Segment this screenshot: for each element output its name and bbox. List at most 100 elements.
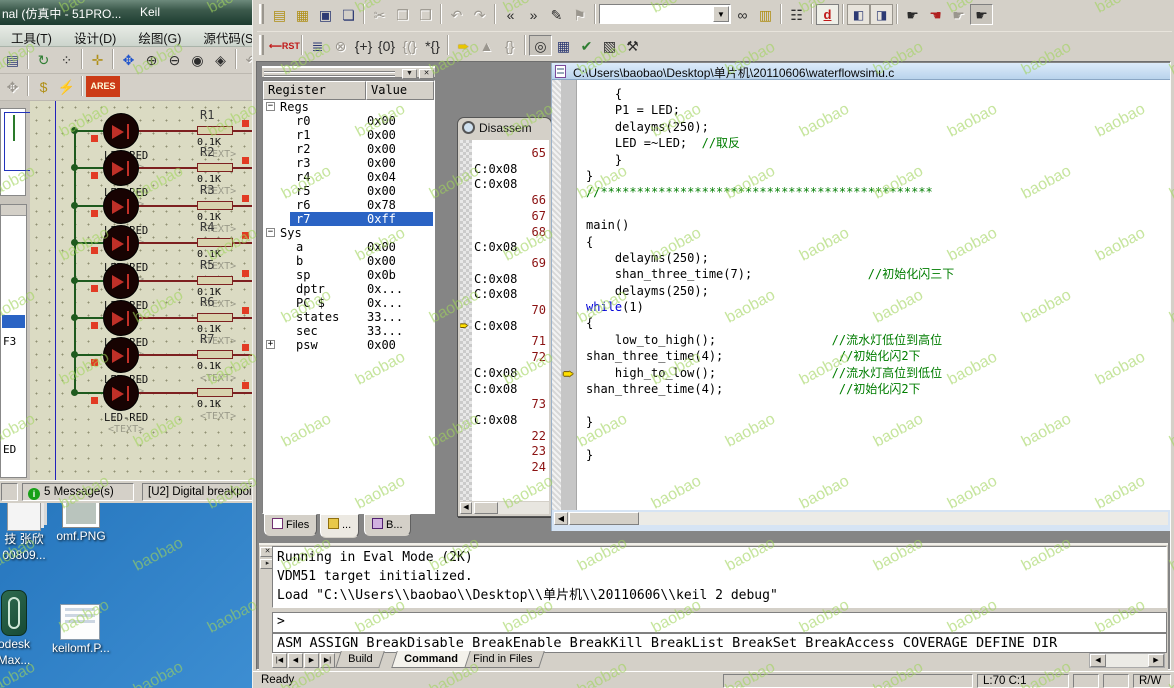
message-count-panel[interactable]: i5 Message(s) — [22, 483, 134, 501]
object-list-item[interactable]: ED — [3, 443, 16, 456]
value-column-header[interactable]: Value — [366, 81, 434, 100]
led-component[interactable] — [103, 337, 139, 373]
disable-all-breakpoints-button[interactable]: ☛ — [970, 4, 993, 25]
source-line[interactable]: } — [586, 168, 1170, 184]
resistor-component[interactable] — [197, 201, 233, 210]
register-row-r1[interactable]: r10x00 — [263, 128, 434, 142]
source-line[interactable]: while(1) — [586, 299, 1170, 315]
output-tab-build[interactable]: Build — [335, 651, 385, 668]
scroll-left-icon[interactable]: ◀ — [460, 502, 472, 514]
overview-minimap[interactable] — [0, 108, 26, 196]
source-line[interactable] — [586, 201, 1170, 217]
command-window-grip[interactable]: ✕ ▸ — [259, 545, 272, 670]
rec-up-button[interactable]: ▲ — [475, 35, 498, 56]
disasm-address[interactable]: C:0x08 — [472, 382, 549, 397]
disasm-address[interactable]: C:0x08 — [472, 240, 549, 255]
source-line[interactable]: delayms(250); — [586, 283, 1170, 299]
register-row-psw[interactable]: +psw0x00 — [263, 338, 434, 352]
disasm-address[interactable]: C:0x08 — [472, 162, 549, 177]
disasm-line-number[interactable]: 23 — [472, 444, 549, 459]
cut-button[interactable]: ✂ — [368, 4, 391, 25]
help-button[interactable]: ▥ — [754, 4, 777, 25]
register-row-r0[interactable]: r00x00 — [263, 114, 434, 128]
tab-scroll-first-icon[interactable]: |◀ — [272, 653, 287, 668]
register-row-sec[interactable]: sec33... — [263, 324, 434, 338]
output-tab-find-in-files[interactable]: Find in Files — [460, 651, 545, 668]
desktop-icon-autodesk-max[interactable]: odeskMax... — [0, 590, 36, 668]
disasm-line-number[interactable]: 22 — [472, 429, 549, 444]
disasm-line-number[interactable]: 24 — [472, 460, 549, 475]
unindent-button[interactable]: « — [499, 4, 522, 25]
register-row-a[interactable]: a0x00 — [263, 240, 434, 254]
object-selector-list[interactable]: F3 ED — [0, 204, 27, 478]
register-row-r4[interactable]: r40x04 — [263, 170, 434, 184]
disasm-line-number[interactable]: 69 — [472, 256, 549, 271]
disasm-address[interactable]: C:0x08 — [472, 413, 549, 428]
find-text-combobox[interactable]: ▼ — [599, 4, 731, 24]
move-tool-icon[interactable]: ✥ — [1, 76, 24, 97]
zoom-out-icon[interactable]: ⊖ — [163, 49, 186, 70]
watch-window-button[interactable]: ▦ — [552, 35, 575, 56]
resistor-component[interactable] — [197, 163, 233, 172]
register-row-dptr[interactable]: dptr0x... — [263, 282, 434, 296]
netlist-to-ares-button[interactable]: ARES — [86, 76, 120, 97]
scroll-thumb[interactable] — [569, 512, 639, 525]
insert-breakpoint-button[interactable]: ☛ — [901, 4, 924, 25]
zoom-area-icon[interactable]: ◈ — [209, 49, 232, 70]
object-selector-selected-row[interactable] — [2, 315, 25, 328]
scroll-left-icon[interactable]: ◀ — [554, 512, 568, 525]
resistor-component[interactable] — [197, 313, 233, 322]
disasm-address[interactable]: C:0x08 — [472, 272, 549, 287]
open-file-button[interactable]: ▦ — [291, 4, 314, 25]
register-tree-header[interactable]: Register Value — [263, 81, 434, 100]
resistor-component[interactable] — [197, 276, 233, 285]
pan-icon[interactable]: ✥ — [117, 49, 140, 70]
project-tab-Files[interactable]: Files — [264, 514, 317, 536]
toggle-bookmark-button[interactable]: ⚑ — [568, 4, 591, 25]
disasm-line-number[interactable]: 71 — [472, 334, 549, 349]
object-list-item[interactable]: F3 — [3, 335, 16, 348]
register-column-header[interactable]: Register — [263, 81, 366, 100]
led-component[interactable] — [103, 300, 139, 336]
led-component[interactable] — [103, 150, 139, 186]
undo-icon[interactable]: ↶ — [240, 49, 252, 70]
tree-collapse-icon[interactable]: − — [266, 102, 275, 111]
source-line[interactable]: P1 = LED; — [586, 102, 1170, 118]
tab-scroll-right-icon[interactable]: ▶ — [304, 653, 319, 668]
register-row-sys[interactable]: −Sys — [263, 226, 434, 240]
register-tree[interactable]: Register Value −Regsr00x00r10x00r20x00r3… — [262, 80, 435, 514]
led-component[interactable] — [103, 225, 139, 261]
source-line[interactable]: high_to_low(); //流水灯高位到低位 — [586, 365, 1170, 381]
source-line[interactable]: { — [586, 86, 1170, 102]
redo-button[interactable]: ↷ — [468, 4, 491, 25]
register-row-pc-$[interactable]: PC $0x... — [263, 296, 434, 310]
zoom-extents-icon[interactable]: ◉ — [186, 49, 209, 70]
register-row-r5[interactable]: r50x00 — [263, 184, 434, 198]
document-icon[interactable]: ▤ — [1, 49, 24, 70]
register-row-b[interactable]: b0x00 — [263, 254, 434, 268]
toolbar-grip[interactable] — [259, 35, 264, 55]
source-line[interactable]: delayms(250); — [586, 119, 1170, 135]
source-line[interactable]: shan_three_time(7); //初始化闪三下 — [586, 266, 1170, 282]
tab-scroll-left-icon[interactable]: ◀ — [288, 653, 303, 668]
source-line[interactable] — [586, 397, 1170, 413]
register-row-r3[interactable]: r30x00 — [263, 156, 434, 170]
proteus-title-bar[interactable]: nal (仿真中 - 51PRO... Keil — [0, 0, 252, 25]
source-line[interactable]: { — [586, 234, 1170, 250]
run-button[interactable]: ≣ — [306, 35, 329, 56]
halt-button[interactable]: ⊗ — [329, 35, 352, 56]
register-row-r2[interactable]: r20x00 — [263, 142, 434, 156]
register-row-states[interactable]: states33... — [263, 310, 434, 324]
bom-icon[interactable]: $ — [32, 76, 55, 97]
register-row-regs[interactable]: −Regs — [263, 100, 434, 114]
rec-stack-button[interactable]: {} — [498, 35, 521, 56]
scroll-left-icon[interactable]: ◀ — [1090, 654, 1106, 667]
start-stop-debug-button[interactable]: d — [816, 4, 839, 25]
resistor-component[interactable] — [197, 126, 233, 135]
run-to-cursor-button[interactable]: *{} — [421, 35, 444, 56]
save-all-button[interactable]: ❏ — [337, 4, 360, 25]
resistor-component[interactable] — [197, 350, 233, 359]
register-row-r7[interactable]: r70xff — [263, 212, 434, 226]
resistor-component[interactable] — [197, 388, 233, 397]
register-window-grip[interactable]: ▼ ✕ — [262, 66, 435, 78]
